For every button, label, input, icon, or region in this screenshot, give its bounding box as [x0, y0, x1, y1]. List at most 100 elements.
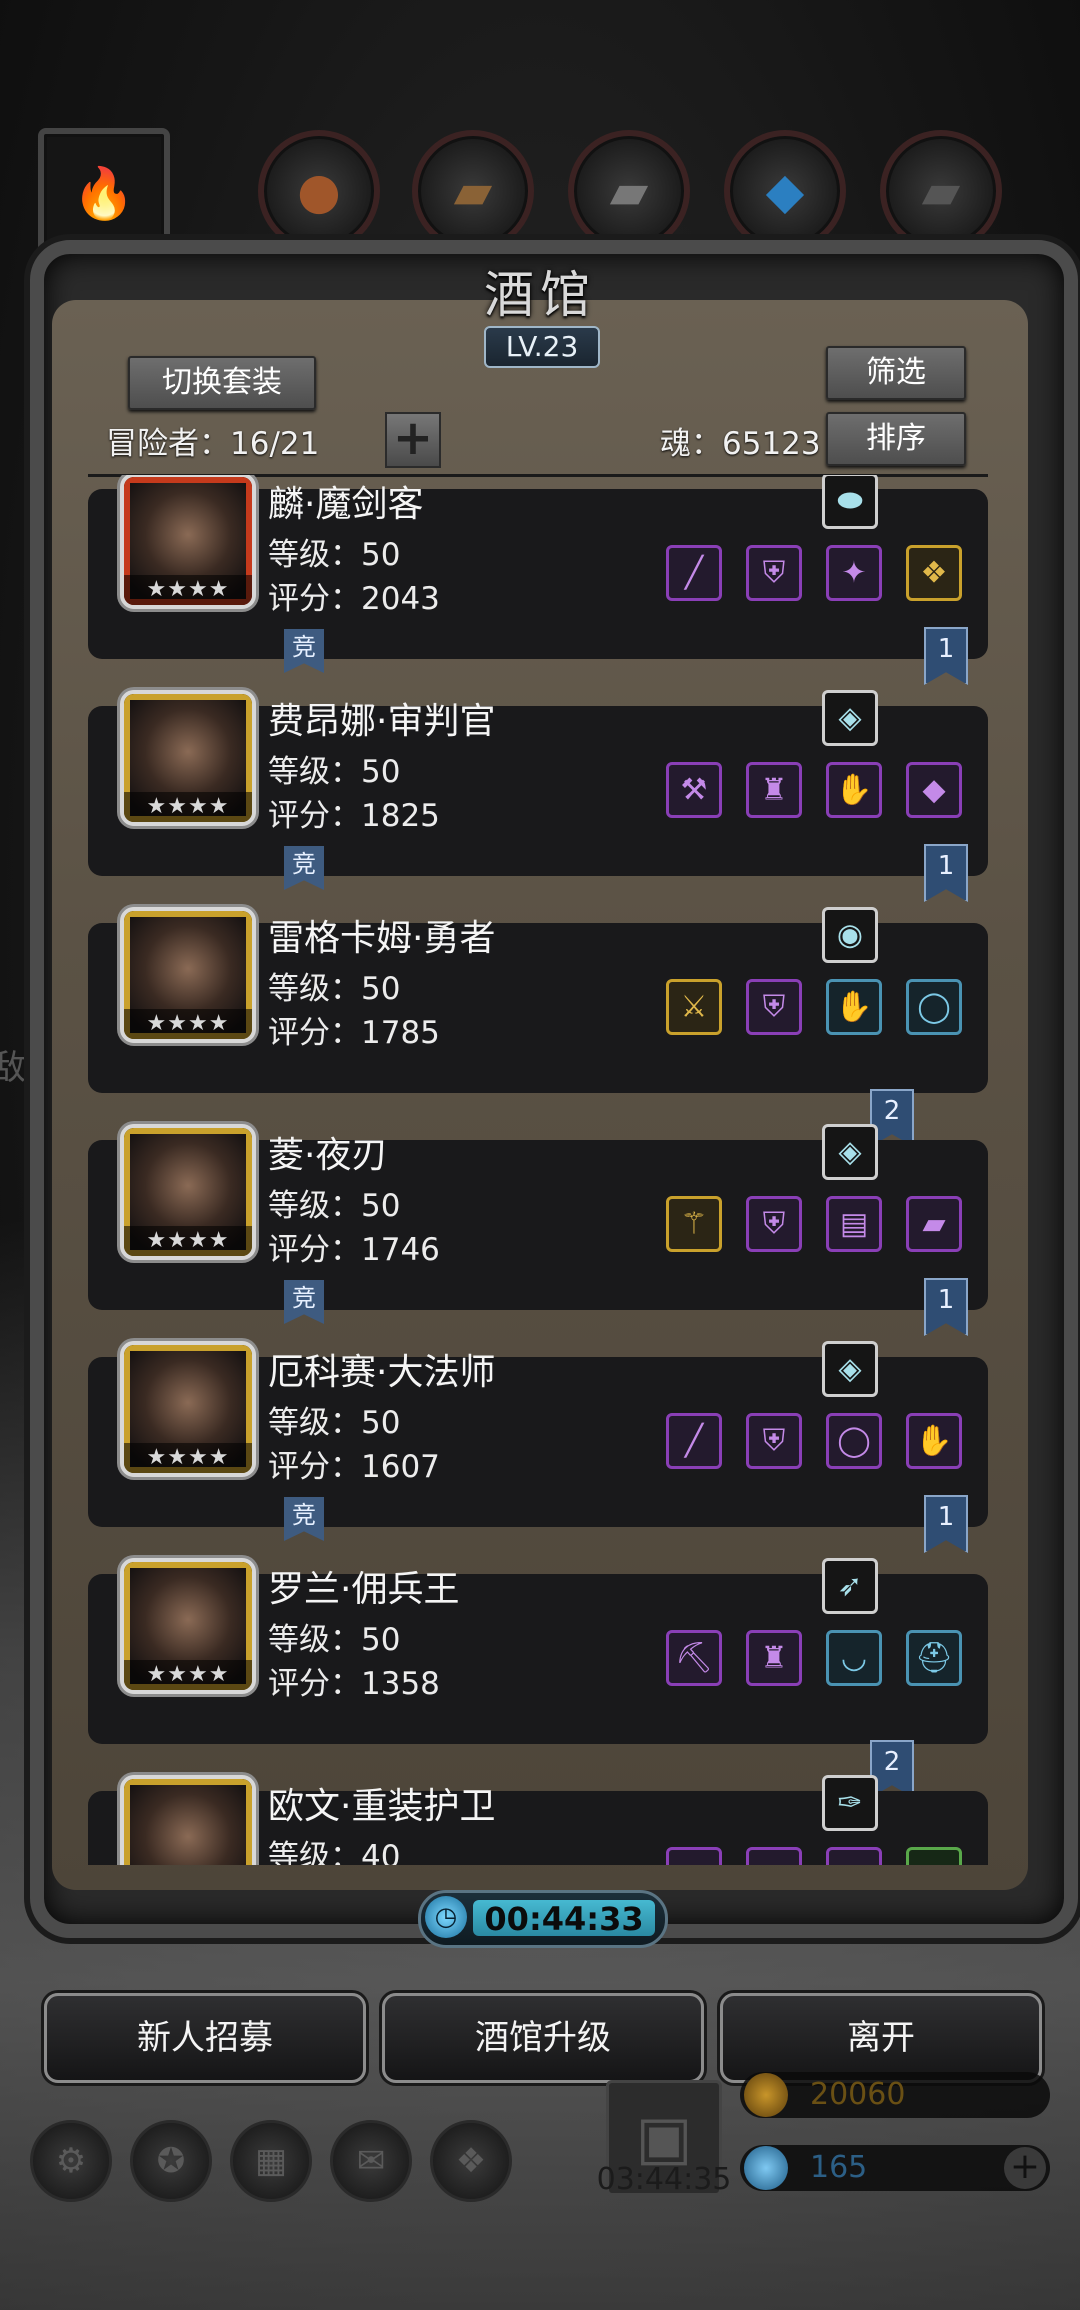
equipment-slot[interactable]: ✋: [906, 1413, 962, 1469]
armor-icon: ⛨: [762, 1423, 786, 1459]
panel-title: 酒馆: [484, 266, 596, 324]
hero-level: 等级：50: [268, 1405, 401, 1441]
equipment-slot[interactable]: ◆: [826, 1847, 882, 1865]
rune-button[interactable]: ❖: [430, 2120, 512, 2202]
equipment-slot[interactable]: ◡: [826, 1630, 882, 1686]
hero-level: 等级：50: [268, 1622, 401, 1658]
gem-value: 165: [810, 2150, 868, 2185]
gate-icon: ▦: [254, 2141, 288, 2181]
hero-stars: ★★★★: [124, 1009, 252, 1039]
hero-score: 评分：1358: [268, 1666, 440, 1702]
equipment-slot[interactable]: ▰: [906, 1196, 962, 1252]
leave-button[interactable]: 离开: [720, 1993, 1042, 2083]
arena-tag: 竞: [284, 846, 324, 890]
clock-icon: ◷: [425, 1896, 467, 1938]
robe-icon: ♜: [760, 772, 788, 808]
filter-button[interactable]: 筛选: [826, 346, 966, 400]
equipment-slot[interactable]: ⛨: [746, 1413, 802, 1469]
switch-outfit-button[interactable]: 切换套装: [128, 356, 316, 410]
ring-slot[interactable]: ◈: [822, 690, 878, 746]
settings-button[interactable]: ⚙: [30, 2120, 112, 2202]
equipment-slot[interactable]: ✦: [826, 545, 882, 601]
tab-wood[interactable]: ▰: [412, 130, 534, 252]
soul-count: 魂：65123: [660, 426, 821, 462]
equipment-slot[interactable]: ⛑: [906, 1630, 962, 1686]
equipment-slot[interactable]: ⛨: [746, 1196, 802, 1252]
equipment-slot[interactable]: ❖: [906, 545, 962, 601]
rank-ribbon: 1: [924, 1278, 968, 1336]
equipment-slot[interactable]: ◆: [746, 1847, 802, 1865]
mail-button[interactable]: ✉: [330, 2120, 412, 2202]
equipment-slot[interactable]: ⛏: [666, 1630, 722, 1686]
gem-display: 165 +: [740, 2145, 1050, 2191]
ring-slot[interactable]: ◈: [822, 1124, 878, 1180]
equipment-slot[interactable]: ⛨: [746, 545, 802, 601]
achievement-button[interactable]: ✪: [130, 2120, 212, 2202]
wood-icon: ▰: [453, 162, 493, 220]
gift-timer: 03:44:35: [596, 2162, 732, 2197]
equipment-slot[interactable]: ⚔: [666, 979, 722, 1035]
equipment-slot[interactable]: ╱: [666, 545, 722, 601]
hero-portrait[interactable]: ★★★★: [120, 1775, 256, 1865]
ring-slot[interactable]: ◈: [822, 1341, 878, 1397]
ruby-icon: ◉: [836, 917, 864, 953]
claw-icon: ✑: [837, 1785, 863, 1821]
equipment-slot[interactable]: ◯: [826, 1413, 882, 1469]
equipment-slot[interactable]: ◆: [906, 1847, 962, 1865]
equipment-slot[interactable]: ◆: [906, 762, 962, 818]
leather-icon: ●: [297, 162, 341, 220]
hero-name: 麟·魔剑客: [268, 484, 424, 525]
equipment-slot[interactable]: ▤: [826, 1196, 882, 1252]
item-icon: ◆: [922, 1858, 945, 1866]
hero-portrait[interactable]: ★★★★: [120, 1558, 256, 1694]
armor-icon: ⛨: [762, 989, 786, 1025]
tab-ore[interactable]: ▰: [880, 130, 1002, 252]
hero-portrait[interactable]: ★★★★: [120, 1341, 256, 1477]
rune-icon: ❖: [455, 2141, 487, 2181]
equipment-slot[interactable]: ⛨: [746, 979, 802, 1035]
guild-button[interactable]: ▦: [230, 2120, 312, 2202]
equipment-slot[interactable]: ♜: [746, 762, 802, 818]
tab-crystal[interactable]: ◆: [724, 130, 846, 252]
hero-portrait[interactable]: ★★★★: [120, 475, 256, 609]
ring-icon: ◯: [837, 1423, 871, 1459]
wand-icon: ╱: [684, 1423, 704, 1459]
feather-icon: ➶: [837, 1568, 863, 1604]
tab-iron[interactable]: ▰: [568, 130, 690, 252]
hero-level: 等级：40: [268, 1839, 401, 1865]
hero-portrait[interactable]: ★★★★: [120, 690, 256, 826]
refresh-timer: ◷ 00:44:33: [418, 1890, 668, 1948]
gold-value: 20060: [810, 2077, 906, 2112]
equipment-slot[interactable]: ╱: [666, 1413, 722, 1469]
ring-slot[interactable]: ✑: [822, 1775, 878, 1831]
recruit-button[interactable]: 新人招募: [44, 1993, 366, 2083]
ring-slot[interactable]: ⬬: [822, 475, 878, 529]
rank-ribbon: 1: [924, 1495, 968, 1553]
ring-slot[interactable]: ➶: [822, 1558, 878, 1614]
hero-score: 评分：1825: [268, 798, 440, 834]
hero-portrait[interactable]: ★★★★: [120, 907, 256, 1043]
hero-stars: ★★★★: [124, 1443, 252, 1473]
tab-leather[interactable]: ●: [258, 130, 380, 252]
add-adventurer-button[interactable]: +: [385, 412, 441, 468]
sort-button[interactable]: 排序: [826, 412, 966, 466]
equipment-slot[interactable]: ◆: [666, 1847, 722, 1865]
hero-stars: ★★★★: [124, 792, 252, 822]
equipment-slot[interactable]: ✋: [826, 979, 882, 1035]
upgrade-tavern-button[interactable]: 酒馆升级: [382, 1993, 704, 2083]
add-gems-button[interactable]: +: [1004, 2147, 1046, 2189]
equipment-slot[interactable]: ⚚: [666, 1196, 722, 1252]
hero-score: 评分：1785: [268, 1015, 440, 1051]
ring-slot[interactable]: ◉: [822, 907, 878, 963]
equipment-slot[interactable]: ⚒: [666, 762, 722, 818]
equipment-slot[interactable]: ♜: [746, 1630, 802, 1686]
hero-stars: ★★★★: [124, 1226, 252, 1256]
hero-portrait[interactable]: ★★★★: [120, 1124, 256, 1260]
equipment-slot[interactable]: ◯: [906, 979, 962, 1035]
equipment-slot[interactable]: ✋: [826, 762, 882, 818]
hero-name: 雷格卡姆·勇者: [268, 918, 496, 959]
staff-icon: ⚚: [680, 1206, 708, 1242]
horn-icon: ◡: [840, 1640, 868, 1676]
ring-icon: ◯: [917, 989, 951, 1025]
hero-list[interactable]: ★★★★ 麟·魔剑客 等级：50 评分：2043 ⬬ ╱ ⛨ ✦ ❖ 竞 1 ★★★★ 费昂娜·审判官等…: [88, 475, 1032, 1865]
